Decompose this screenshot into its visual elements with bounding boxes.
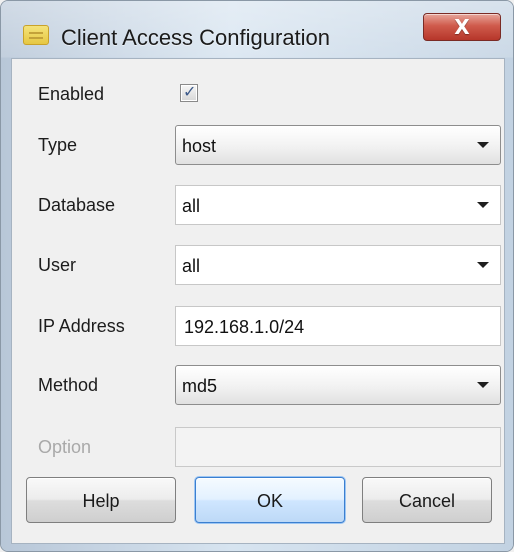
cancel-button-label: Cancel <box>398 491 456 511</box>
type-dropdown[interactable]: host <box>175 125 501 165</box>
ip-address-field[interactable]: 192.168.1.0/24 <box>175 306 501 346</box>
method-selected-value: md5 <box>182 376 218 396</box>
row-user: User all <box>12 245 506 285</box>
ok-button-label: OK <box>256 491 283 511</box>
checkbox-checked-icon: ✓ <box>183 82 197 101</box>
row-option: Option <box>12 427 506 467</box>
row-database: Database all <box>12 185 506 225</box>
row-method: Method md5 <box>12 365 506 405</box>
chevron-down-icon <box>477 382 489 388</box>
help-button[interactable]: Help <box>26 477 176 523</box>
database-label: Database <box>38 195 116 215</box>
dialog-content: Enabled ✓ Type host Database all User al… <box>11 58 505 544</box>
dialog-window: Client Access Configuration X Enabled ✓ … <box>0 0 514 552</box>
option-label: Option <box>38 437 92 457</box>
chevron-down-icon <box>477 262 489 268</box>
close-button[interactable]: X <box>423 13 501 41</box>
cancel-button[interactable]: Cancel <box>362 477 492 523</box>
type-selected-value: host <box>182 136 217 156</box>
method-dropdown[interactable]: md5 <box>175 365 501 405</box>
enabled-checkbox[interactable]: ✓ <box>180 82 198 102</box>
close-icon: X <box>454 15 470 39</box>
ip-address-value: 192.168.1.0/24 <box>184 317 305 337</box>
row-ip-address: IP Address 192.168.1.0/24 <box>12 306 506 346</box>
chevron-down-icon <box>477 202 489 208</box>
list-window-icon <box>23 25 49 45</box>
ip-address-label: IP Address <box>38 316 125 336</box>
enabled-label: Enabled <box>38 84 105 104</box>
user-value: all <box>182 256 201 276</box>
database-value: all <box>182 196 201 216</box>
method-label: Method <box>38 375 99 395</box>
chevron-down-icon <box>477 142 489 148</box>
row-enabled: Enabled ✓ <box>12 74 506 114</box>
titlebar[interactable]: Client Access Configuration X <box>1 1 513 57</box>
window-title: Client Access Configuration <box>61 25 331 50</box>
user-combobox[interactable]: all <box>175 245 501 285</box>
user-label: User <box>38 255 77 275</box>
dialog-buttons: Help OK Cancel <box>12 477 506 535</box>
ok-button[interactable]: OK <box>195 477 345 523</box>
database-combobox[interactable]: all <box>175 185 501 225</box>
help-button-label: Help <box>82 491 120 511</box>
option-field[interactable] <box>175 427 501 467</box>
row-type: Type host <box>12 125 506 165</box>
type-label: Type <box>38 135 78 155</box>
